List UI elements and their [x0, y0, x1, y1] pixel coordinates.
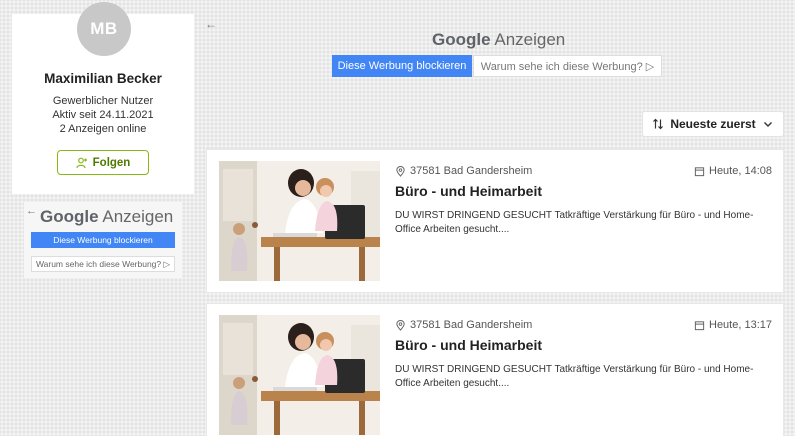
listing-date: Heute, 14:08 — [694, 165, 772, 177]
home-office-photo — [219, 315, 380, 435]
profile-ads-online: 2 Anzeigen online — [59, 123, 147, 135]
google-brand: Google — [40, 207, 99, 226]
sort-dropdown[interactable]: Neueste zuerst — [642, 111, 784, 137]
listing-date-text: Heute, 13:17 — [709, 319, 772, 331]
follow-label: Folgen — [92, 156, 131, 169]
user-follow-icon — [76, 157, 87, 168]
listing-image[interactable] — [219, 161, 380, 281]
location-pin-icon — [396, 165, 405, 177]
listing-description: DU WIRST DRINGEND GESUCHT Tatkräftige Ve… — [395, 210, 754, 235]
avatar: MB — [77, 2, 131, 56]
listing-location-text: 37581 Bad Gandersheim — [410, 165, 533, 177]
listing-card[interactable]: 37581 Bad Gandersheim Heute, 13:17 Büro … — [206, 303, 784, 436]
profile-active-since: Aktiv seit 24.11.2021 — [52, 109, 154, 121]
profile-user-type: Gewerblicher Nutzer — [52, 95, 154, 107]
follow-button[interactable]: Folgen — [57, 150, 149, 175]
back-arrow-icon[interactable]: ← — [205, 17, 217, 31]
chevron-down-icon — [763, 122, 772, 127]
block-ad-button[interactable]: Diese Werbung blockieren — [31, 232, 175, 248]
profile-card: MB Maximilian Becker Gewerblicher Nutzer… — [12, 2, 194, 194]
listing-title[interactable]: Büro - und Heimarbeit — [395, 183, 542, 199]
profile-name: Maximilian Becker — [44, 71, 162, 86]
sort-label: Neueste zuerst — [670, 117, 756, 131]
listing-location-text: 37581 Bad Gandersheim — [410, 319, 533, 331]
location-pin-icon — [396, 319, 405, 331]
google-brand: Google — [432, 30, 491, 49]
calendar-icon — [694, 166, 705, 176]
home-office-photo — [219, 161, 380, 281]
main-ad-title: Google Anzeigen — [432, 30, 565, 50]
block-ad-button[interactable]: Diese Werbung blockieren — [332, 55, 472, 77]
listing-location: 37581 Bad Gandersheim — [395, 165, 532, 177]
ads-label: Anzeigen — [102, 207, 174, 226]
listing-date-text: Heute, 14:08 — [709, 165, 772, 177]
ads-label: Anzeigen — [494, 30, 566, 49]
side-ad-title: Google Anzeigen — [40, 207, 173, 227]
sort-arrows-icon — [653, 118, 664, 130]
why-ad-button[interactable]: Warum sehe ich diese Werbung? ▷ — [31, 256, 175, 272]
back-arrow-icon[interactable]: ← — [26, 205, 37, 217]
side-google-ad: ← Google Anzeigen Diese Werbung blockier… — [24, 202, 182, 278]
listing-title[interactable]: Büro - und Heimarbeit — [395, 337, 542, 353]
listing-card[interactable]: 37581 Bad Gandersheim Heute, 14:08 Büro … — [206, 149, 784, 293]
listing-image[interactable] — [219, 315, 380, 435]
why-ad-button[interactable]: Warum sehe ich diese Werbung? ▷ — [473, 55, 662, 77]
listing-description: DU WIRST DRINGEND GESUCHT Tatkräftige Ve… — [395, 364, 754, 389]
listing-location: 37581 Bad Gandersheim — [395, 319, 532, 331]
calendar-icon — [694, 320, 705, 330]
listing-date: Heute, 13:17 — [694, 319, 772, 331]
